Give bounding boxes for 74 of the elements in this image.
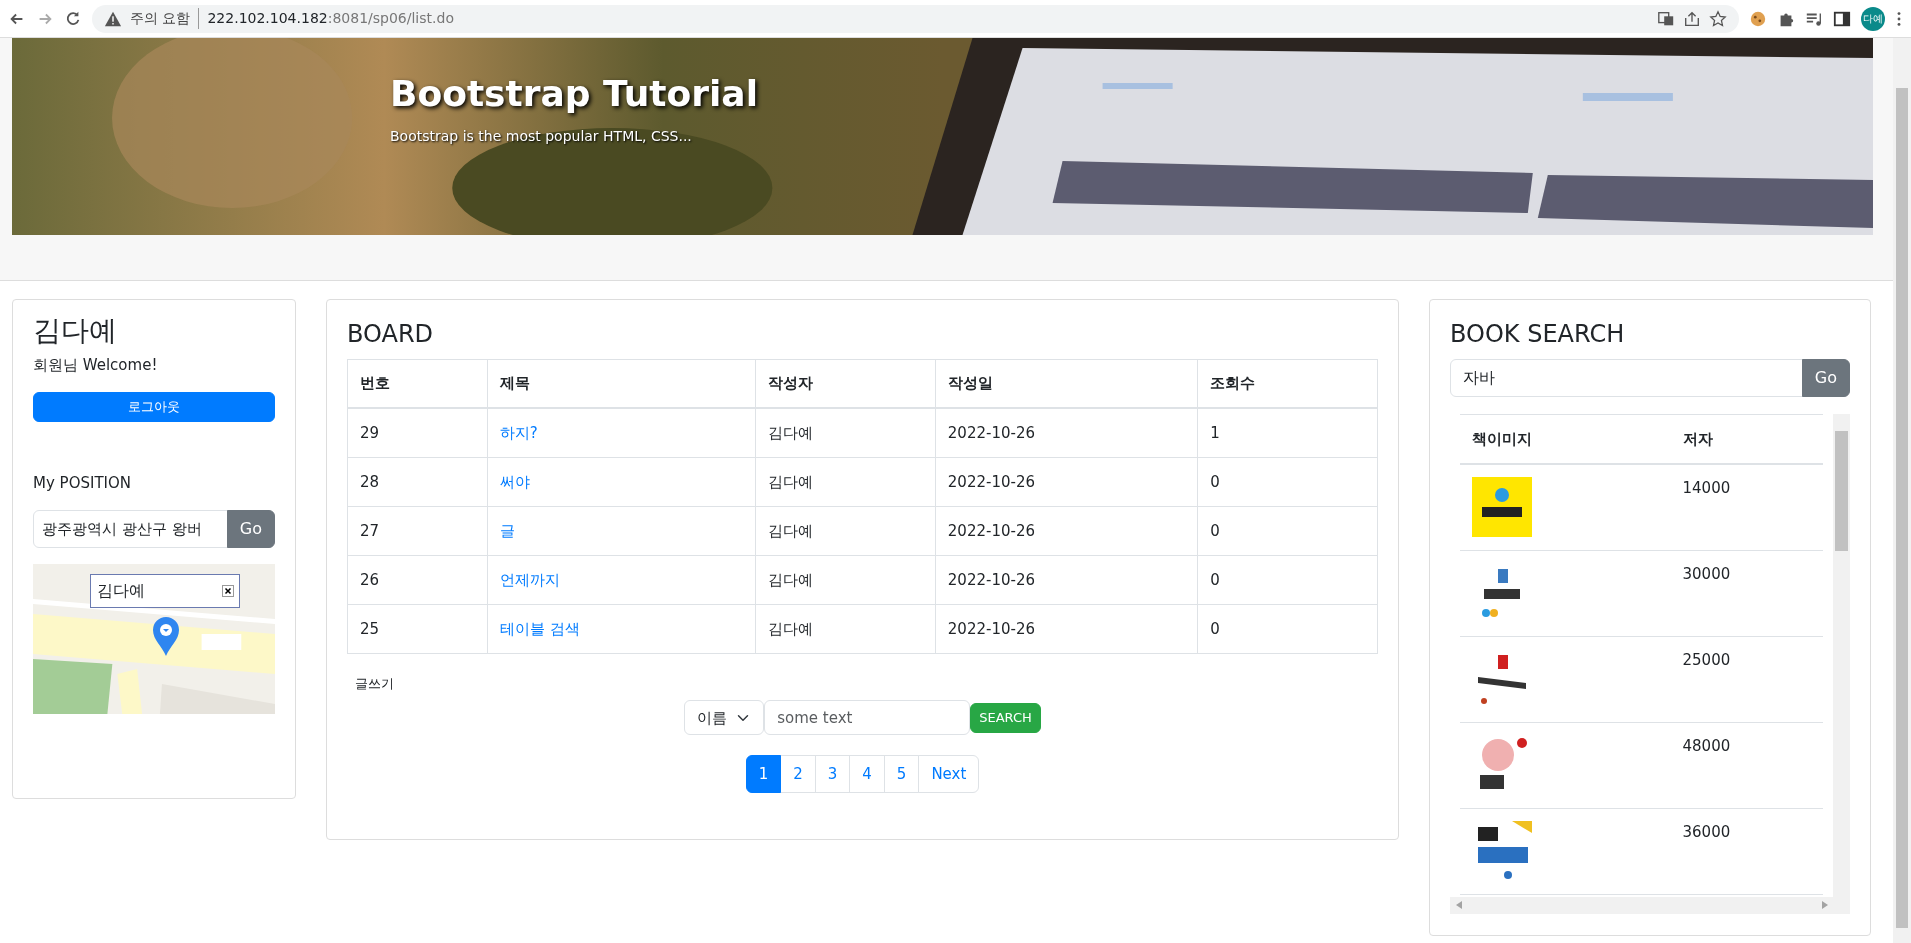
profile-avatar[interactable]: 다예 <box>1861 6 1885 31</box>
page-link[interactable]: 5 <box>883 755 920 794</box>
table-cell: 30000 <box>1670 550 1823 637</box>
address-bar[interactable]: 주의 요함 222.102.104.182:8081/sp06/list.do <box>92 4 1739 33</box>
table-cell: 36000 <box>1670 808 1823 895</box>
table-cell: 김다예 <box>755 604 936 654</box>
column-header: 저자 <box>1670 414 1823 465</box>
map-pin-icon <box>151 616 181 657</box>
table-cell: 0 <box>1197 506 1378 556</box>
table-cell: 0 <box>1197 555 1378 605</box>
table-cell: 29 <box>347 408 488 458</box>
table-cell: 1 <box>1197 408 1378 458</box>
column-header: 작성자 <box>755 359 936 409</box>
page-link[interactable]: 4 <box>849 755 885 794</box>
search-button[interactable]: SEARCH <box>970 702 1041 733</box>
post-title-link[interactable]: 글 <box>499 521 515 540</box>
share-icon[interactable] <box>1683 9 1701 28</box>
table-cell: 김다예 <box>755 408 936 458</box>
write-link[interactable]: 글쓰기 <box>355 673 394 694</box>
scrollbar[interactable] <box>1893 38 1911 943</box>
star-icon[interactable] <box>1709 9 1727 28</box>
board-title: BOARD <box>347 320 435 349</box>
table-cell: 2022-10-26 <box>935 457 1198 507</box>
table-cell: 김다예 <box>755 457 936 507</box>
info-window-text: 김다예 <box>97 580 145 603</box>
page-link[interactable]: 2 <box>780 755 816 794</box>
table-cell: 2022-10-26 <box>935 408 1198 458</box>
book-search-field[interactable]: 자바 <box>1450 358 1803 397</box>
address-field[interactable]: 광주광역시 광산구 왕버 <box>33 510 228 549</box>
table-cell: 2022-10-26 <box>935 604 1198 654</box>
table-cell: 27 <box>347 506 488 556</box>
page-link[interactable]: 3 <box>814 755 851 794</box>
reload-icon[interactable] <box>64 9 82 28</box>
go-button[interactable]: Go <box>226 510 275 549</box>
user-name: 김다예 <box>33 314 118 348</box>
column-header: 작성일 <box>935 359 1198 409</box>
table-cell: 25 <box>347 604 488 654</box>
column-header: 조회수 <box>1197 359 1378 409</box>
side-panel-icon[interactable] <box>1833 9 1851 28</box>
search-type-select[interactable]: 이름 <box>684 700 765 736</box>
translate-icon[interactable] <box>1657 9 1675 28</box>
security-label[interactable]: 주의 요함 <box>130 8 200 29</box>
column-header: 책이미지 <box>1460 414 1671 465</box>
table-cell: 48000 <box>1670 722 1823 809</box>
page-link[interactable]: 1 <box>745 755 782 794</box>
banner-title: Bootstrap Tutorial <box>390 72 758 116</box>
table-cell: 0 <box>1197 604 1378 654</box>
table-cell: 25000 <box>1670 636 1823 723</box>
table-cell: 14000 <box>1670 464 1823 551</box>
page-link[interactable]: Next <box>918 755 980 794</box>
column-header: 제목 <box>487 359 756 409</box>
table-cell: 김다예 <box>755 506 936 556</box>
cookie-icon[interactable] <box>1749 9 1767 28</box>
close-icon[interactable] <box>222 585 234 598</box>
book-search-title: BOOK SEARCH <box>1450 320 1626 349</box>
table-cell: 2022-10-26 <box>935 506 1198 556</box>
post-title-link[interactable]: 써야 <box>499 472 530 491</box>
banner-subtitle: Bootstrap is the most popular HTML, CSS... <box>390 127 692 146</box>
table-cell: 26 <box>347 555 488 605</box>
menu-icon[interactable] <box>1895 9 1903 28</box>
go-button[interactable]: Go <box>1801 358 1850 397</box>
post-title-link[interactable]: 하지? <box>499 423 538 442</box>
logout-button[interactable]: 로그아웃 <box>33 392 275 422</box>
column-header: 번호 <box>347 359 488 409</box>
table-cell: 김다예 <box>755 555 936 605</box>
table-cell: 0 <box>1197 457 1378 507</box>
position-label: My POSITION <box>33 472 132 494</box>
table-cell: 2022-10-26 <box>935 555 1198 605</box>
search-field[interactable]: some text <box>764 700 971 736</box>
table-cell: 28 <box>347 457 488 507</box>
welcome-text: 회원님 Welcome! <box>33 354 159 376</box>
url-text: 222.102.104.182:8081/sp06/list.do <box>207 9 454 28</box>
post-title-link[interactable]: 테이블 검색 <box>499 619 580 638</box>
post-title-link[interactable]: 언제까지 <box>499 570 560 589</box>
